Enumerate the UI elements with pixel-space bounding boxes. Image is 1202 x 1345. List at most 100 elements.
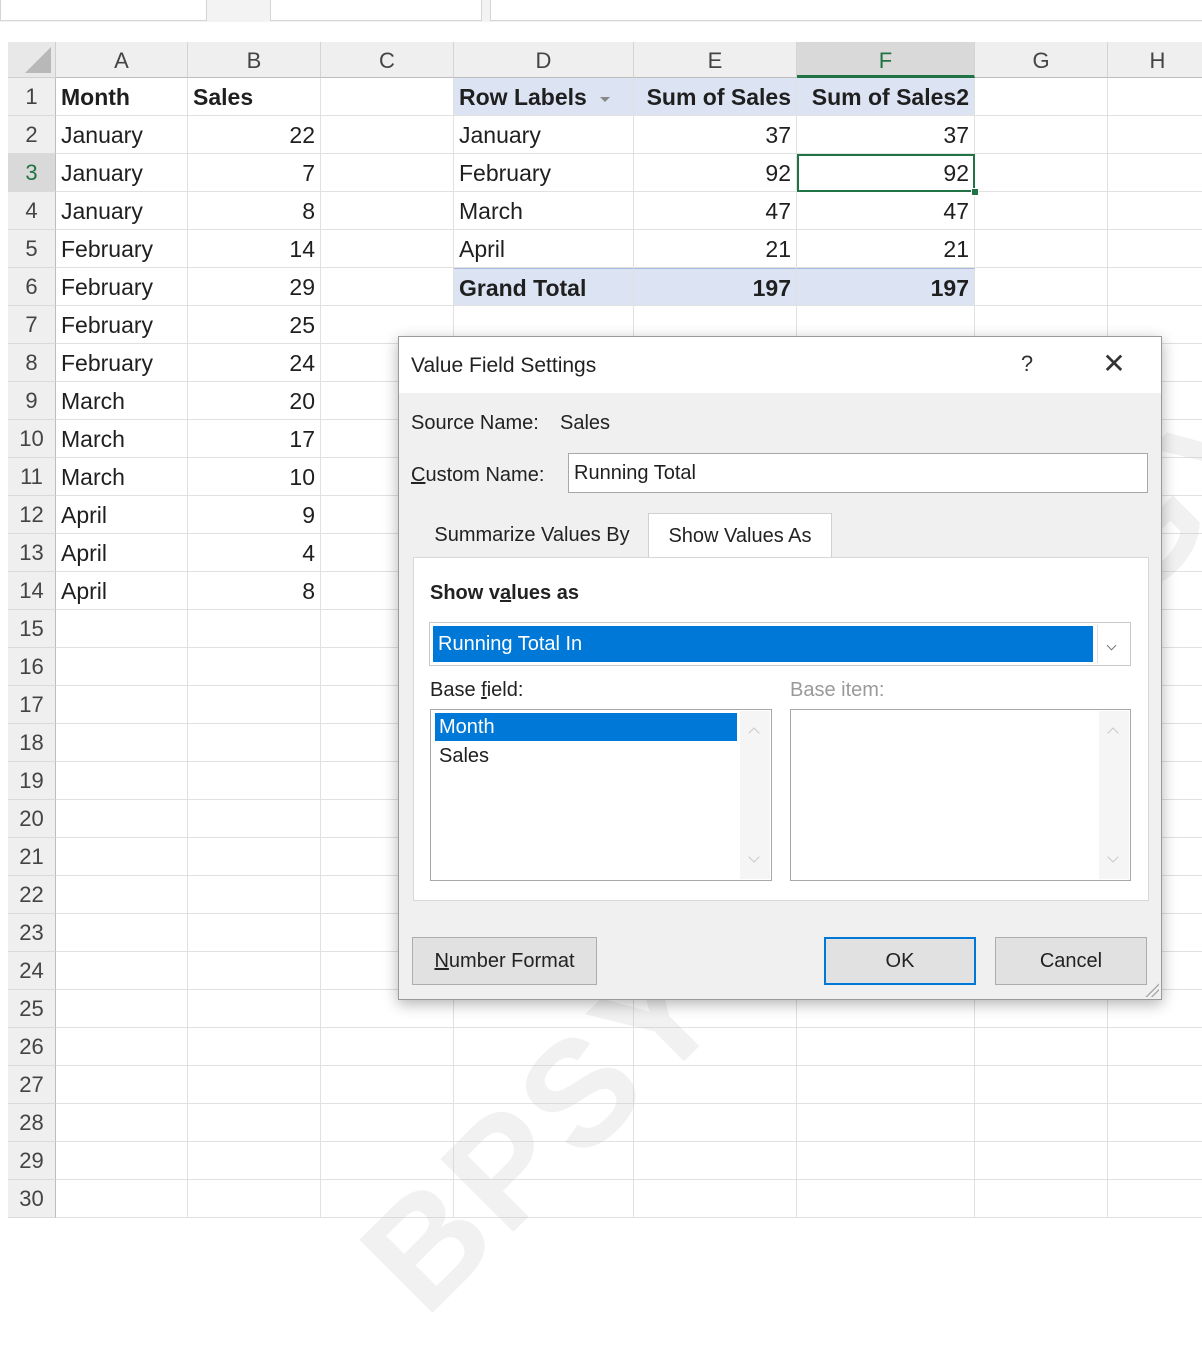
cell-b8[interactable]: 24 [188,344,321,382]
cell-a1[interactable]: Month [56,78,188,116]
row-header-23[interactable]: 23 [8,914,56,952]
cell-b29[interactable] [188,1142,321,1180]
cell-f30[interactable] [797,1180,975,1218]
tab-summarize-values-by[interactable]: Summarize Values By [417,513,647,557]
cell-b12[interactable]: 9 [188,496,321,534]
cell-b6[interactable]: 29 [188,268,321,306]
row-header-24[interactable]: 24 [8,952,56,990]
close-icon[interactable]: ✕ [1099,347,1129,380]
cell-a18[interactable] [56,724,188,762]
cell-c26[interactable] [321,1028,454,1066]
cell-h2[interactable] [1108,116,1202,154]
base-field-scrollbar[interactable] [740,711,770,879]
cell-g3[interactable] [975,154,1108,192]
ok-button[interactable]: OK [824,937,976,985]
cell-g28[interactable] [975,1104,1108,1142]
cell-b7[interactable]: 25 [188,306,321,344]
cell-b14[interactable]: 8 [188,572,321,610]
cell-c5[interactable] [321,230,454,268]
cell-h27[interactable] [1108,1066,1202,1104]
row-header-9[interactable]: 9 [8,382,56,420]
column-header-g[interactable]: G [975,42,1108,78]
row-header-11[interactable]: 11 [8,458,56,496]
base-item-scrollbar[interactable] [1099,711,1129,879]
column-header-f[interactable]: F [797,42,975,78]
cell-a3[interactable]: January [56,154,188,192]
cell-d29[interactable] [454,1142,634,1180]
chevron-up-icon[interactable] [1107,727,1119,739]
cell-c28[interactable] [321,1104,454,1142]
cell-b10[interactable]: 17 [188,420,321,458]
cell-b28[interactable] [188,1104,321,1142]
cell-f5[interactable]: 21 [797,230,975,268]
cell-e2[interactable]: 37 [634,116,797,154]
cell-b9[interactable]: 20 [188,382,321,420]
row-header-13[interactable]: 13 [8,534,56,572]
cell-f3[interactable]: 92 [797,154,975,192]
select-all-corner[interactable] [8,42,56,78]
cell-c30[interactable] [321,1180,454,1218]
chevron-down-icon[interactable] [1097,625,1128,663]
cell-e30[interactable] [634,1180,797,1218]
cell-c29[interactable] [321,1142,454,1180]
cell-c1[interactable] [321,78,454,116]
cell-a9[interactable]: March [56,382,188,420]
tab-show-values-as[interactable]: Show Values As [648,513,832,557]
cell-f2[interactable]: 37 [797,116,975,154]
cell-g1[interactable] [975,78,1108,116]
cell-b24[interactable] [188,952,321,990]
row-header-1[interactable]: 1 [8,78,56,116]
row-header-17[interactable]: 17 [8,686,56,724]
cell-e1[interactable]: Sum of Sales [634,78,797,116]
row-header-29[interactable]: 29 [8,1142,56,1180]
fill-handle[interactable] [971,188,979,196]
row-header-7[interactable]: 7 [8,306,56,344]
cell-h3[interactable] [1108,154,1202,192]
row-header-30[interactable]: 30 [8,1180,56,1218]
cell-e5[interactable]: 21 [634,230,797,268]
row-header-20[interactable]: 20 [8,800,56,838]
cell-b23[interactable] [188,914,321,952]
cell-d4[interactable]: March [454,192,634,230]
cell-b4[interactable]: 8 [188,192,321,230]
cell-b27[interactable] [188,1066,321,1104]
cell-g26[interactable] [975,1028,1108,1066]
row-header-12[interactable]: 12 [8,496,56,534]
cell-a11[interactable]: March [56,458,188,496]
cell-h1[interactable] [1108,78,1202,116]
cell-h29[interactable] [1108,1142,1202,1180]
cell-b22[interactable] [188,876,321,914]
row-header-27[interactable]: 27 [8,1066,56,1104]
cell-b1[interactable]: Sales [188,78,321,116]
row-header-28[interactable]: 28 [8,1104,56,1142]
cell-a5[interactable]: February [56,230,188,268]
row-header-16[interactable]: 16 [8,648,56,686]
formula-input[interactable] [490,0,1202,21]
cell-c3[interactable] [321,154,454,192]
cell-g6[interactable] [975,268,1108,306]
cell-f6[interactable]: 197 [797,268,975,306]
cell-e3[interactable]: 92 [634,154,797,192]
cell-e28[interactable] [634,1104,797,1142]
row-header-19[interactable]: 19 [8,762,56,800]
chevron-up-icon[interactable] [748,727,760,739]
cell-a21[interactable] [56,838,188,876]
cell-b13[interactable]: 4 [188,534,321,572]
show-values-as-dropdown[interactable]: Running Total In [429,622,1131,666]
row-header-21[interactable]: 21 [8,838,56,876]
cell-g5[interactable] [975,230,1108,268]
cell-a26[interactable] [56,1028,188,1066]
cell-a15[interactable] [56,610,188,648]
cell-c27[interactable] [321,1066,454,1104]
cell-h6[interactable] [1108,268,1202,306]
cell-d1[interactable]: Row Labels [454,78,634,116]
column-header-c[interactable]: C [321,42,454,78]
cell-h28[interactable] [1108,1104,1202,1142]
cell-d5[interactable]: April [454,230,634,268]
cell-b21[interactable] [188,838,321,876]
help-icon[interactable]: ? [1017,351,1037,377]
row-header-4[interactable]: 4 [8,192,56,230]
cell-d3[interactable]: February [454,154,634,192]
chevron-down-icon[interactable] [748,851,760,863]
cell-d28[interactable] [454,1104,634,1142]
